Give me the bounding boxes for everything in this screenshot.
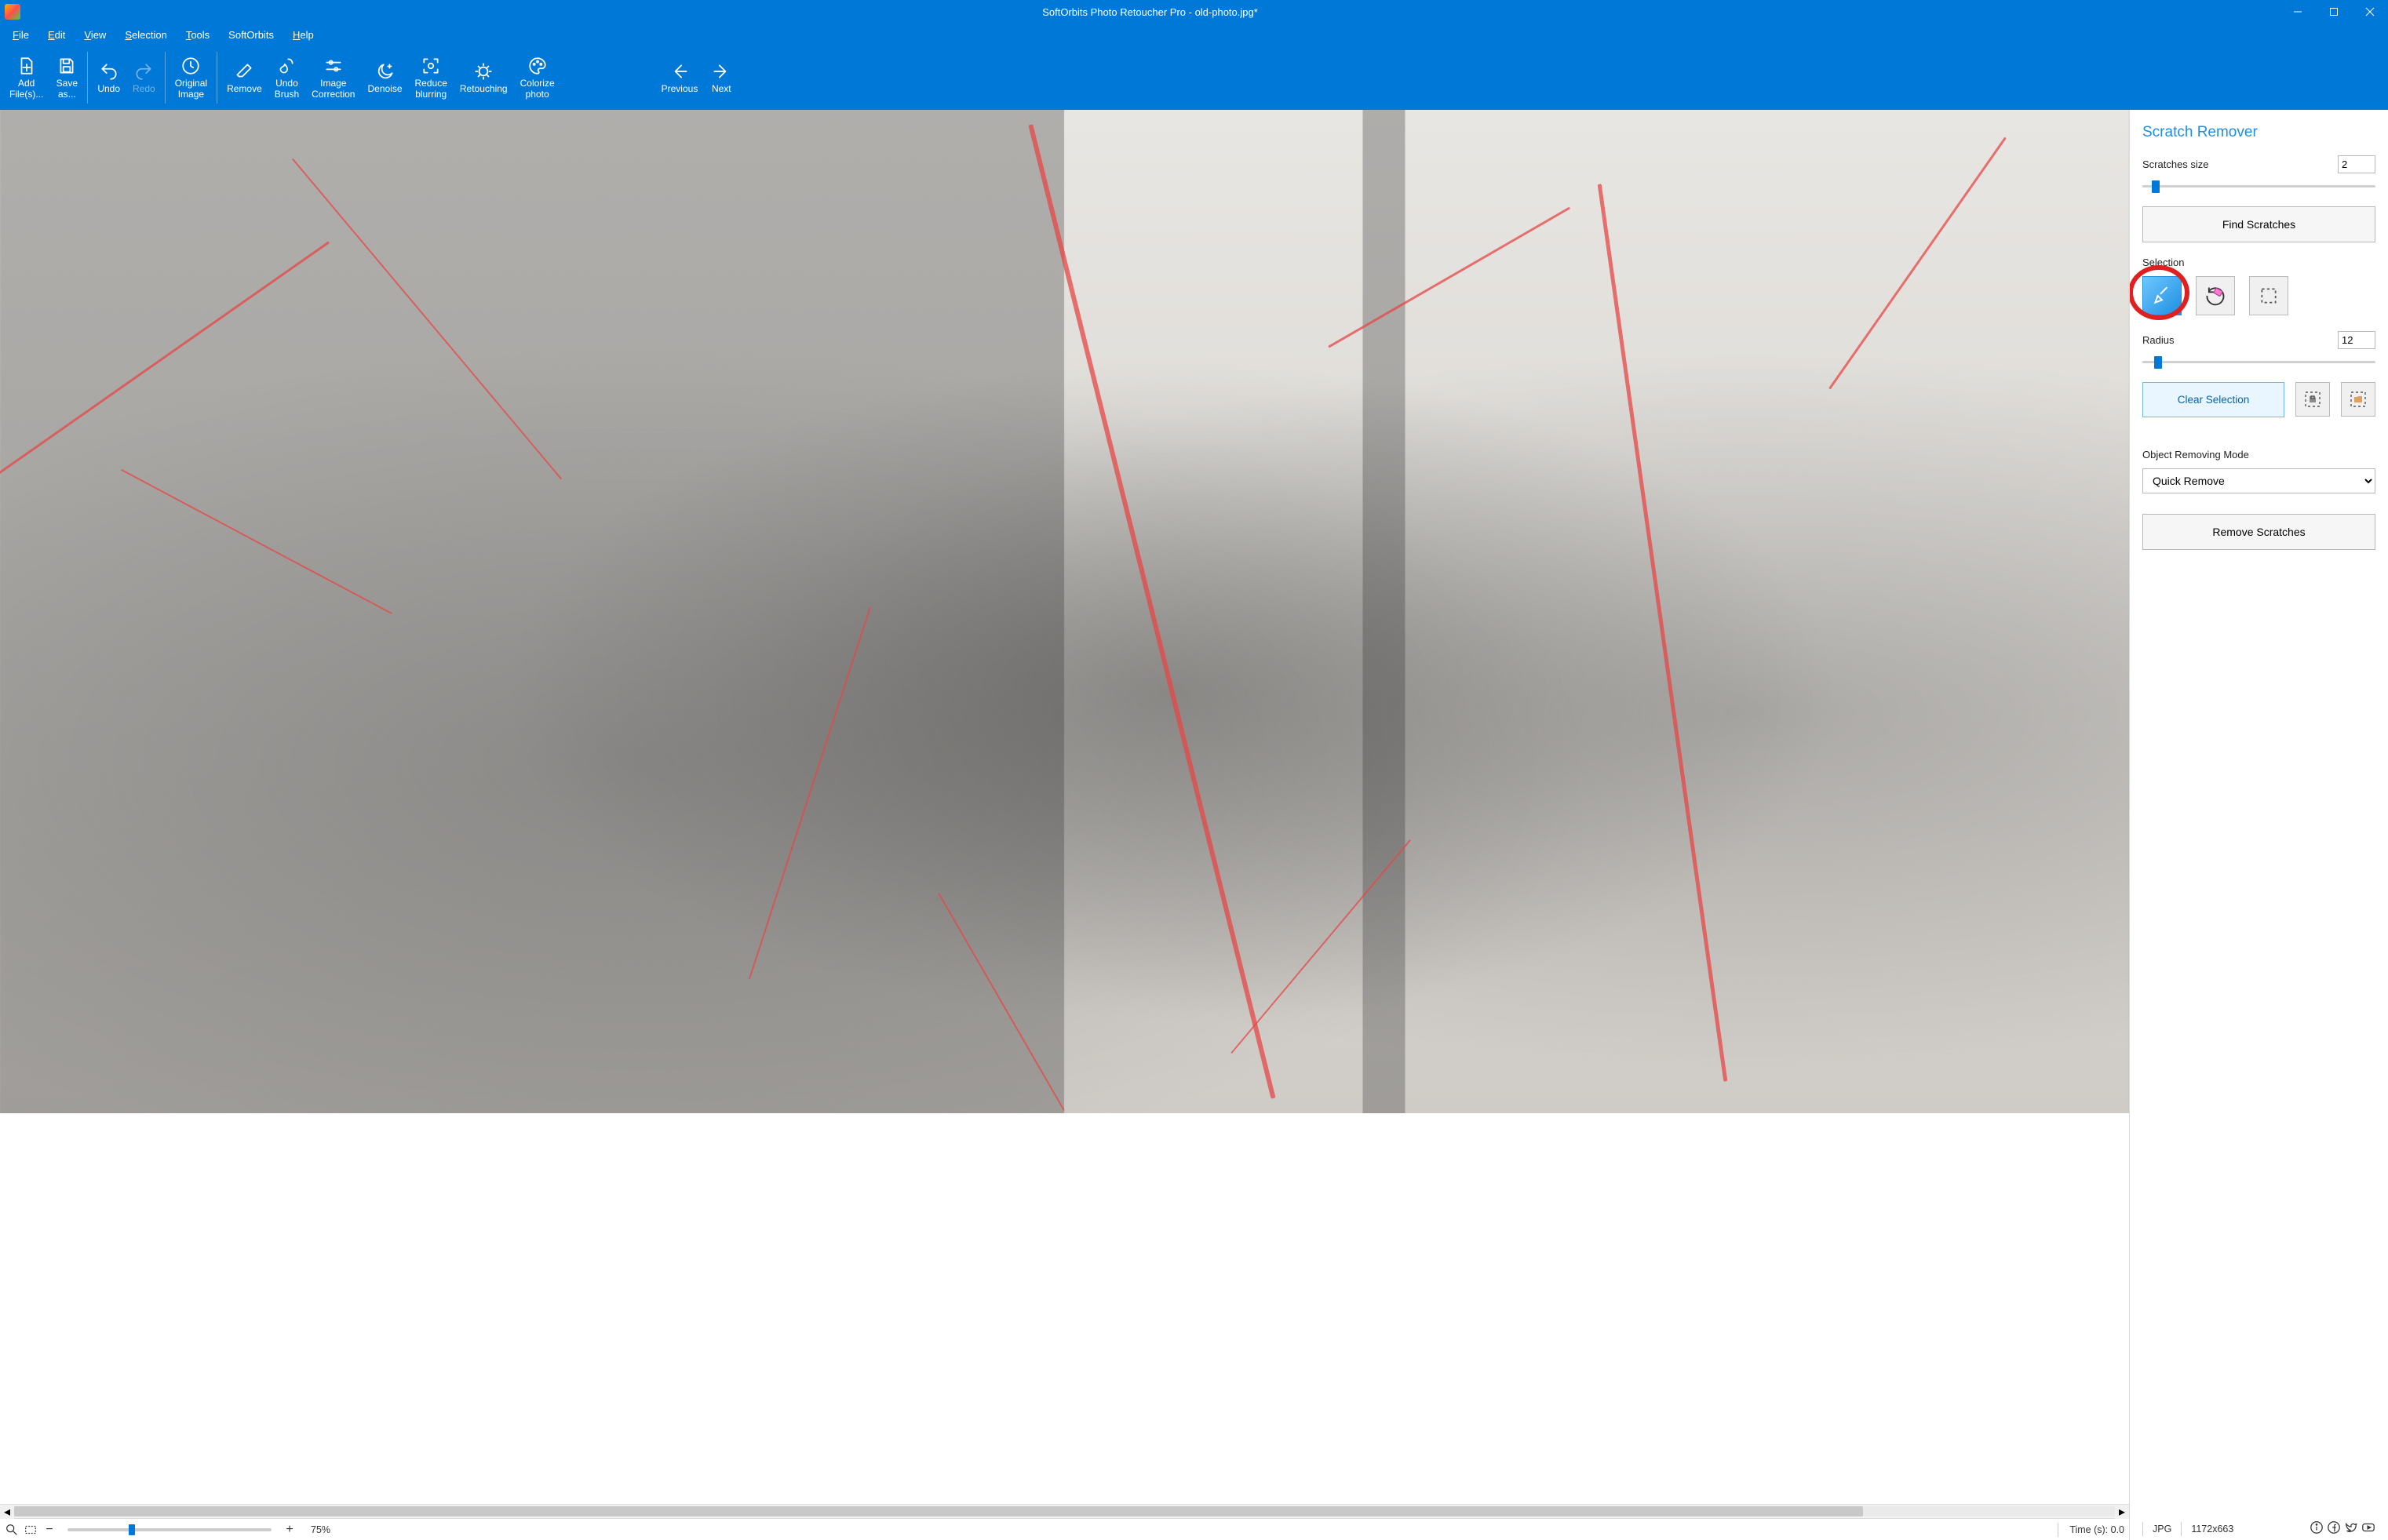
original-image-label: Original Image: [175, 78, 207, 100]
radius-label: Radius: [2142, 334, 2174, 346]
app-logo-icon: [5, 4, 20, 20]
save-as-label: Save as...: [57, 78, 78, 100]
maximize-button[interactable]: [2316, 0, 2352, 24]
zoom-in-button[interactable]: +: [283, 1523, 297, 1537]
eraser-icon: [233, 60, 255, 82]
undo-icon: [98, 60, 120, 82]
arrow-right-icon: [710, 60, 732, 82]
find-scratches-button[interactable]: Find Scratches: [2142, 206, 2375, 242]
menu-file[interactable]: File: [6, 27, 35, 43]
add-files-button[interactable]: Add File(s)...: [3, 47, 49, 108]
image-canvas[interactable]: [0, 110, 2129, 1504]
selection-label: Selection: [2142, 257, 2375, 268]
toolbar: Add File(s)... Save as... Undo Redo Orig…: [0, 46, 2388, 110]
previous-label: Previous: [662, 84, 698, 95]
focus-icon: [420, 55, 442, 77]
format-value: JPG: [2153, 1524, 2171, 1535]
info-icon[interactable]: [2310, 1520, 2324, 1537]
save-icon: [56, 55, 78, 77]
facebook-icon[interactable]: [2327, 1520, 2341, 1537]
scratches-size-input[interactable]: [2338, 155, 2375, 173]
menu-tools[interactable]: Tools: [180, 27, 216, 43]
image-correction-button[interactable]: Image Correction: [305, 47, 361, 108]
denoise-label: Denoise: [367, 84, 402, 95]
window-title: SoftOrbits Photo Retoucher Pro - old-pho…: [20, 6, 2280, 18]
colorize-photo-label: Colorize photo: [520, 78, 555, 100]
remove-scratches-button[interactable]: Remove Scratches: [2142, 514, 2375, 550]
redo-label: Redo: [133, 84, 155, 95]
reduce-blurring-button[interactable]: Reduce blurring: [409, 47, 454, 108]
time-value: Time (s): 0.0: [2069, 1524, 2124, 1535]
selection-brush-tool[interactable]: [2142, 276, 2182, 315]
brush-icon: [275, 55, 297, 77]
youtube-icon[interactable]: [2361, 1520, 2375, 1537]
sliders-icon: [323, 55, 345, 77]
remove-button[interactable]: Remove: [221, 47, 268, 108]
zoom-value: 75%: [311, 1524, 330, 1535]
scroll-left-button[interactable]: ◂: [0, 1505, 14, 1519]
image-correction-label: Image Correction: [312, 78, 355, 100]
colorize-photo-button[interactable]: Colorize photo: [514, 47, 561, 108]
sparkle-gear-icon: [472, 60, 494, 82]
retouching-button[interactable]: Retouching: [454, 47, 514, 108]
scroll-thumb[interactable]: [14, 1506, 1863, 1516]
add-file-icon: [16, 55, 38, 77]
scroll-right-button[interactable]: ▸: [2115, 1505, 2129, 1519]
zoom-tool-icon[interactable]: [5, 1523, 19, 1537]
removing-mode-select[interactable]: Quick Remove: [2142, 468, 2375, 493]
mode-label: Object Removing Mode: [2142, 449, 2375, 461]
zoom-out-button[interactable]: −: [42, 1523, 57, 1537]
previous-button[interactable]: Previous: [655, 47, 705, 108]
radius-input[interactable]: [2338, 331, 2375, 349]
menu-edit[interactable]: Edit: [42, 27, 71, 43]
status-bar: − + 75% Time (s): 0.0: [0, 1518, 2129, 1540]
moon-icon: [374, 60, 396, 82]
undo-button[interactable]: Undo: [91, 47, 126, 108]
clear-selection-button[interactable]: Clear Selection: [2142, 382, 2284, 417]
redo-icon: [133, 60, 155, 82]
scratches-size-label: Scratches size: [2142, 158, 2209, 170]
selection-eraser-tool[interactable]: [2196, 276, 2235, 315]
denoise-button[interactable]: Denoise: [361, 47, 408, 108]
panel-header: Scratch Remover: [2142, 124, 2375, 141]
title-bar: SoftOrbits Photo Retoucher Pro - old-pho…: [0, 0, 2388, 24]
menu-softorbits[interactable]: SoftOrbits: [222, 27, 280, 43]
save-as-button[interactable]: Save as...: [49, 47, 84, 108]
scratches-size-slider[interactable]: [2142, 178, 2375, 195]
next-button[interactable]: Next: [704, 47, 738, 108]
arrow-left-icon: [669, 60, 691, 82]
radius-slider[interactable]: [2142, 354, 2375, 371]
reduce-blurring-label: Reduce blurring: [415, 78, 447, 100]
undo-label: Undo: [97, 84, 120, 95]
menu-view[interactable]: View: [78, 27, 112, 43]
add-files-label: Add File(s)...: [9, 78, 43, 100]
palette-icon: [527, 55, 549, 77]
history-icon: [180, 55, 202, 77]
zoom-slider[interactable]: [67, 1528, 272, 1531]
photo-content: [0, 110, 2129, 1113]
side-panel: Scratch Remover Scratches size Find Scra…: [2129, 110, 2388, 1540]
selection-rectangle-tool[interactable]: [2249, 276, 2288, 315]
minimize-button[interactable]: [2280, 0, 2316, 24]
retouching-label: Retouching: [460, 84, 508, 95]
redo-button: Redo: [126, 47, 162, 108]
menu-selection[interactable]: Selection: [118, 27, 173, 43]
twitter-icon[interactable]: [2344, 1520, 2358, 1537]
undo-brush-label: Undo Brush: [275, 78, 299, 100]
fit-screen-icon[interactable]: [24, 1523, 38, 1537]
horizontal-scrollbar[interactable]: ◂ ▸: [0, 1504, 2129, 1518]
menu-bar: File Edit View Selection Tools SoftOrbit…: [0, 24, 2388, 46]
menu-help[interactable]: Help: [286, 27, 320, 43]
load-selection-button[interactable]: [2341, 382, 2375, 417]
save-selection-button[interactable]: [2295, 382, 2330, 417]
original-image-button[interactable]: Original Image: [169, 47, 213, 108]
close-button[interactable]: [2352, 0, 2388, 24]
remove-label: Remove: [227, 84, 262, 95]
dimensions-value: 1172x663: [2191, 1524, 2233, 1535]
undo-brush-button[interactable]: Undo Brush: [268, 47, 305, 108]
next-label: Next: [712, 84, 731, 95]
